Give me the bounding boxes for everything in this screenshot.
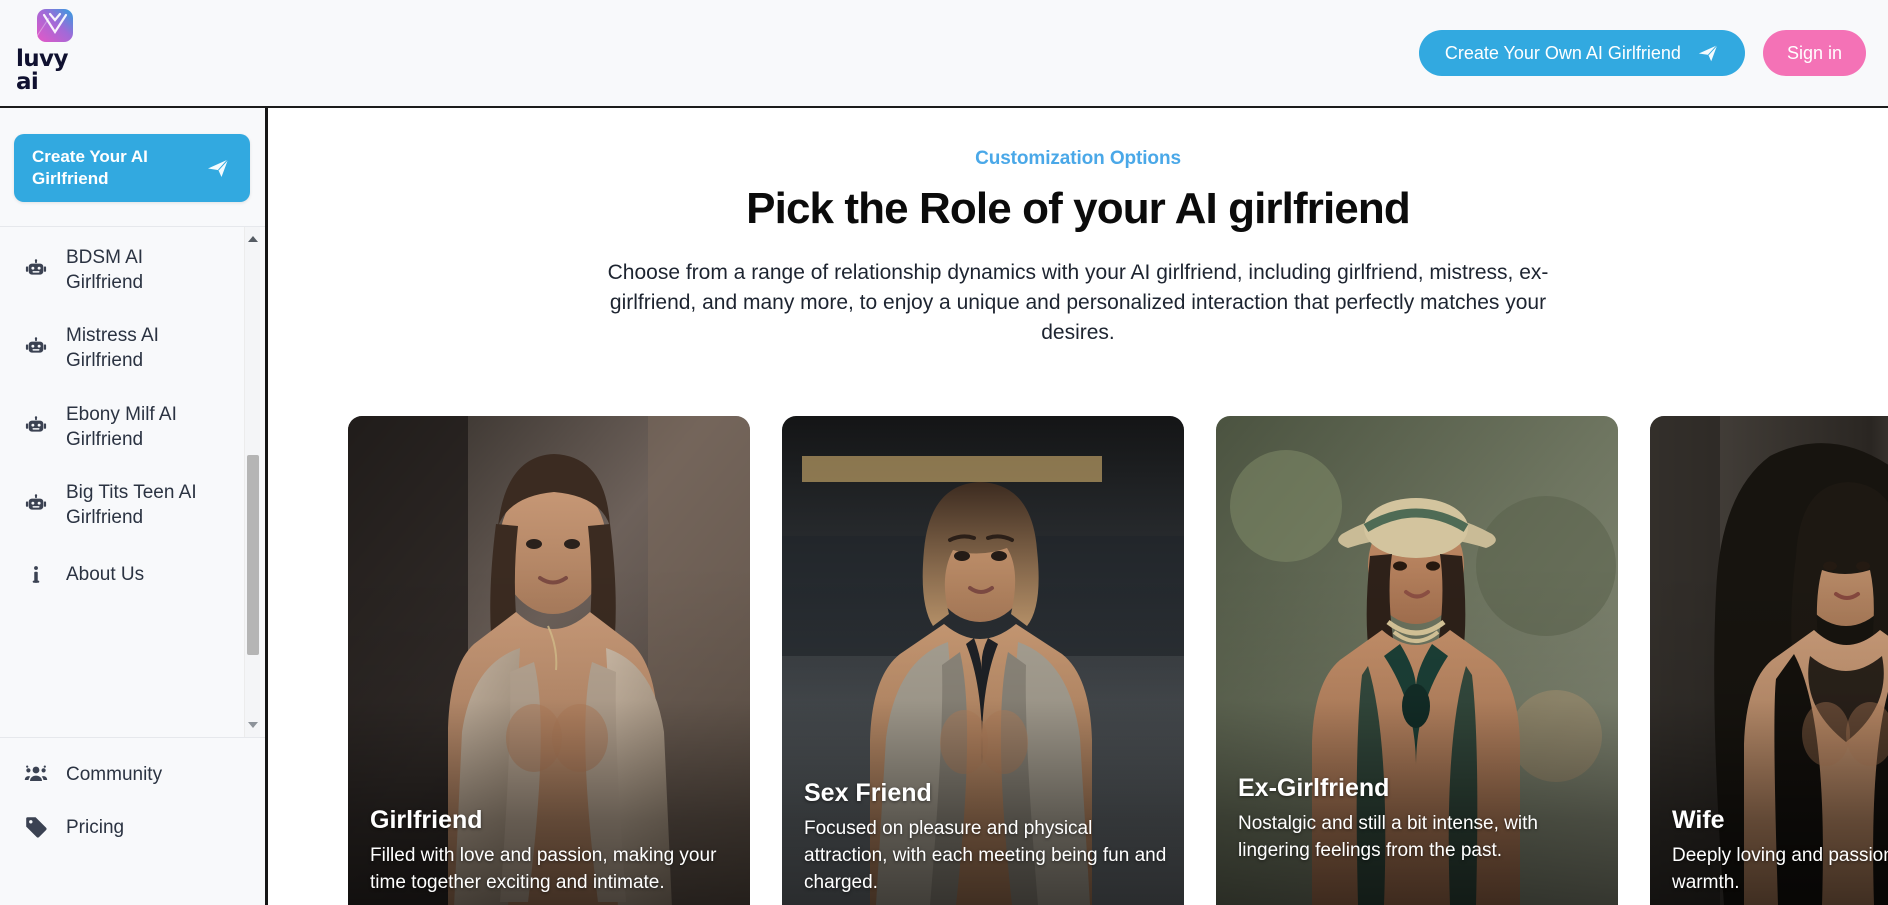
role-card-sex-friend[interactable]: Sex Friend Focused on pleasure and physi… [782, 416, 1184, 905]
main-content: Customization Options Pick the Role of y… [268, 108, 1888, 905]
role-cards-row: Girlfriend Filled with love and passion,… [348, 416, 1888, 905]
sidebar-nav-list: BDSM AI Girlfriend Mistress AI Girlfrien… [0, 231, 265, 605]
sidebar-item-label: BDSM AI Girlfriend [66, 246, 144, 293]
sidebar-item-label: Ebony Milf AI Girlfriend [66, 403, 177, 450]
sidebar-item-mistress-ai-girlfriend[interactable]: Mistress AI Girlfriend [0, 309, 265, 388]
sidebar-item-community[interactable]: Community [0, 748, 265, 801]
sidebar-secondary-nav: Community Pricing [0, 738, 265, 855]
section-eyebrow: Customization Options [975, 148, 1181, 169]
role-card-caption: Wife Deeply loving and passionate, with … [1672, 805, 1888, 897]
sidebar: Create Your AI Girlfriend BDSM AI Girlfr… [0, 108, 268, 905]
sidebar-item-pricing[interactable]: Pricing [0, 801, 265, 854]
role-card-girlfriend[interactable]: Girlfriend Filled with love and passion,… [348, 416, 750, 905]
sidebar-item-bdsm-ai-girlfriend[interactable]: BDSM AI Girlfriend [0, 231, 265, 310]
sidebar-item-ebony-milf-ai-girlfriend[interactable]: Ebony Milf AI Girlfriend [0, 388, 265, 467]
sidebar-item-label: Community [66, 763, 163, 785]
role-card-title: Wife [1672, 806, 1725, 835]
sidebar-scrollbar[interactable] [244, 226, 261, 737]
robot-icon [24, 336, 48, 360]
role-card-title: Girlfriend [370, 806, 483, 835]
sidebar-item-label: Mistress AI Girlfriend [66, 325, 159, 372]
sidebar-scroll-area: BDSM AI Girlfriend Mistress AI Girlfrien… [0, 226, 265, 737]
role-card-caption: Girlfriend Filled with love and passion,… [370, 805, 734, 897]
role-card-caption: Ex-Girlfriend Nostalgic and still a bit … [1238, 773, 1602, 865]
send-icon [208, 158, 229, 177]
role-card-description: Deeply loving and passionate, with lots … [1672, 845, 1888, 894]
people-icon [24, 762, 48, 786]
scrollbar-thumb[interactable] [247, 454, 259, 655]
robot-icon [24, 493, 48, 517]
role-card-ex-girlfriend[interactable]: Ex-Girlfriend Nostalgic and still a bit … [1216, 416, 1618, 905]
sidebar-item-label: About Us [66, 563, 145, 585]
role-card-wife[interactable]: Wife Deeply loving and passionate, with … [1650, 416, 1888, 905]
send-icon [1698, 44, 1718, 62]
header-actions: Create Your Own AI Girlfriend Sign in [1418, 30, 1866, 76]
tag-icon [24, 815, 48, 839]
sign-in-button[interactable]: Sign in [1762, 30, 1866, 76]
sidebar-create-label: Create Your AI Girlfriend [32, 147, 148, 188]
sidebar-cta-area: Create Your AI Girlfriend [0, 108, 265, 226]
brand-logo[interactable]: luvy ai [16, 6, 94, 94]
sidebar-create-ai-girlfriend-button[interactable]: Create Your AI Girlfriend [14, 134, 250, 202]
role-card-description: Filled with love and passion, making you… [370, 845, 717, 894]
scrollbar-up-arrow[interactable] [245, 231, 261, 247]
create-ai-girlfriend-label: Create Your Own AI Girlfriend [1444, 42, 1681, 63]
site-header: luvy ai Create Your Own AI Girlfriend Si… [0, 0, 1888, 108]
role-cards-carousel[interactable]: Girlfriend Filled with love and passion,… [348, 416, 1888, 905]
role-card-title: Sex Friend [804, 779, 932, 808]
scrollbar-down-arrow[interactable] [245, 717, 261, 733]
sidebar-item-about-us[interactable]: About Us [0, 545, 265, 605]
sidebar-item-label: Big Tits Teen AI Girlfriend [66, 482, 197, 529]
sidebar-item-label: Pricing [66, 816, 125, 838]
create-ai-girlfriend-button[interactable]: Create Your Own AI Girlfriend [1418, 30, 1745, 76]
role-card-description: Nostalgic and still a bit intense, with … [1238, 813, 1538, 862]
heart-v-gradient-logo-icon [36, 9, 73, 42]
brand-name: luvy ai [16, 46, 68, 95]
role-card-description: Focused on pleasure and physical attract… [804, 818, 1167, 894]
page-description: Choose from a range of relationship dyna… [607, 261, 1549, 344]
page-title: Pick the Role of your AI girlfriend [746, 184, 1411, 233]
robot-icon [24, 258, 48, 282]
role-card-caption: Sex Friend Focused on pleasure and physi… [804, 778, 1168, 897]
robot-icon [24, 415, 48, 439]
sidebar-item-big-tits-teen-ai-girlfriend[interactable]: Big Tits Teen AI Girlfriend [0, 466, 265, 545]
info-icon [24, 563, 48, 587]
role-card-title: Ex-Girlfriend [1238, 774, 1390, 803]
